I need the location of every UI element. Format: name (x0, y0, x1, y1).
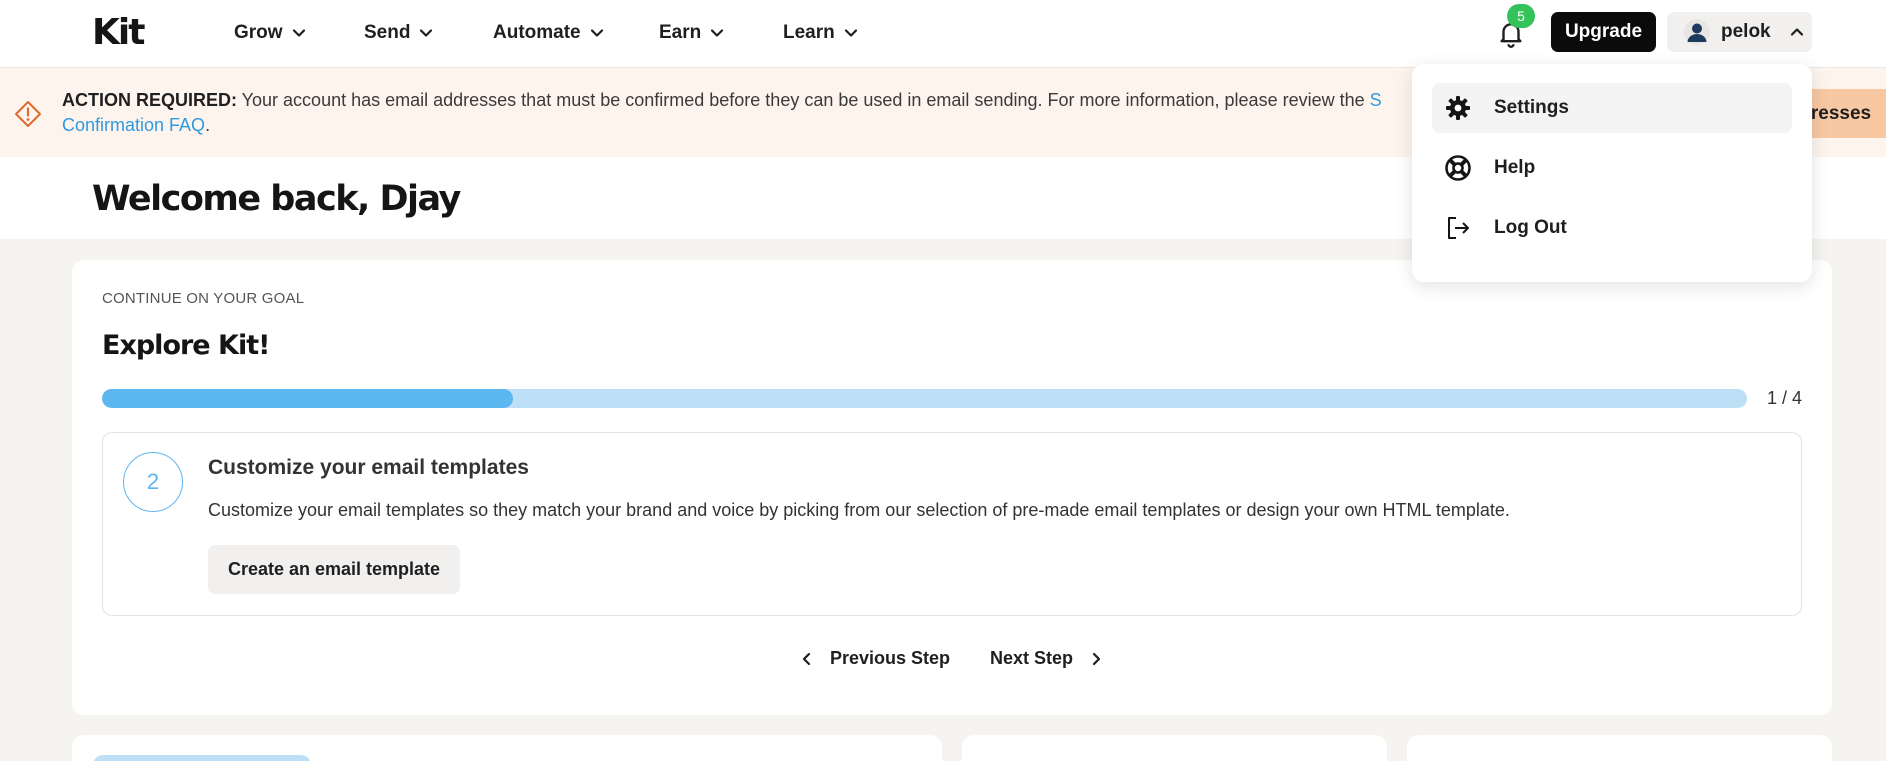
nav-learn[interactable]: Learn (783, 0, 859, 66)
nav-send-label: Send (364, 22, 411, 43)
goal-progress-bar (102, 389, 1747, 408)
alert-message: ACTION REQUIRED: Your account has email … (62, 88, 1402, 138)
lifebuoy-icon (1445, 155, 1471, 181)
alert-faq-link-start[interactable]: S (1370, 90, 1382, 110)
menu-item-settings[interactable]: Settings (1432, 83, 1792, 133)
alert-faq-link[interactable]: Confirmation FAQ (62, 115, 205, 135)
next-step-label: Next Step (990, 648, 1074, 668)
create-email-template-button[interactable]: Create an email template (208, 545, 460, 594)
menu-item-logout[interactable]: Log Out (1432, 203, 1792, 253)
warning-diamond-icon (15, 101, 41, 127)
nav-learn-label: Learn (783, 22, 835, 43)
gear-icon (1446, 96, 1470, 120)
chevron-down-icon (420, 29, 433, 37)
nav-automate[interactable]: Automate (493, 0, 605, 66)
chevron-down-icon (292, 29, 305, 37)
goal-kicker: CONTINUE ON YOUR GOAL (102, 290, 305, 307)
alert-prefix: ACTION REQUIRED: (62, 90, 237, 110)
next-step-button[interactable]: Next Step (990, 648, 1103, 669)
nav-send[interactable]: Send (364, 0, 434, 66)
menu-item-logout-label: Log Out (1494, 217, 1567, 238)
nav-grow-label: Grow (234, 22, 283, 43)
bottom-card-placeholder (93, 755, 311, 761)
chevron-right-icon (1092, 652, 1101, 665)
step-title: Customize your email templates (208, 456, 529, 479)
avatar-icon (1684, 19, 1710, 45)
notification-count-badge: 5 (1507, 4, 1535, 28)
bottom-card-right (1407, 735, 1832, 761)
account-menu-toggle[interactable]: pelok (1667, 12, 1812, 52)
upgrade-button[interactable]: Upgrade (1551, 12, 1656, 52)
nav-earn-label: Earn (659, 22, 702, 43)
previous-step-button[interactable]: Previous Step (800, 648, 950, 669)
nav-grow[interactable]: Grow (234, 0, 307, 66)
menu-item-help[interactable]: Help (1432, 143, 1792, 193)
previous-step-label: Previous Step (830, 648, 951, 668)
goal-progress-count: 1 / 4 (1767, 388, 1803, 408)
nav-automate-label: Automate (493, 22, 581, 43)
alert-suffix: . (205, 115, 211, 135)
kit-logo[interactable]: Kit (92, 15, 145, 51)
chevron-down-icon (590, 29, 603, 37)
menu-item-help-label: Help (1494, 157, 1536, 178)
chevron-down-icon (844, 29, 857, 37)
chevron-left-icon (802, 652, 811, 665)
chevron-down-icon (711, 29, 724, 37)
nav-earn[interactable]: Earn (659, 0, 725, 66)
logout-icon (1448, 217, 1469, 239)
step-number: 2 (123, 452, 183, 512)
chevron-up-icon (1790, 28, 1803, 36)
bottom-card-middle (962, 735, 1387, 761)
page-title: Welcome back, Djay (92, 179, 461, 219)
menu-item-settings-label: Settings (1494, 97, 1569, 118)
alert-body: Your account has email addresses that mu… (237, 90, 1370, 110)
goal-title: Explore Kit! (102, 330, 270, 361)
account-username: pelok (1721, 21, 1771, 42)
goal-progress-fill (102, 389, 514, 408)
step-description: Customize your email templates so they m… (208, 500, 1510, 520)
